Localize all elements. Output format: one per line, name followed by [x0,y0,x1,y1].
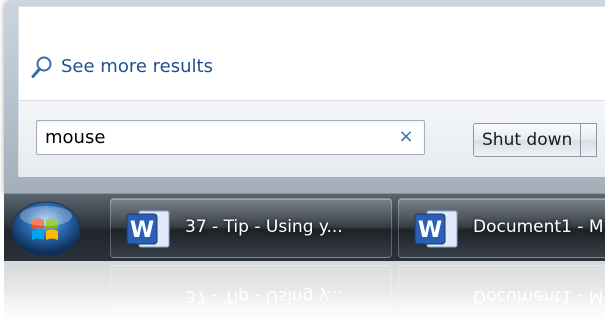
see-more-results-label[interactable]: See more results [61,55,213,79]
windows-logo-icon [11,201,81,257]
search-box[interactable]: × [36,120,425,155]
start-menu-pane: See more results × Shut down [18,6,605,177]
taskbar-item-label: 37 - Tip - Using y... [185,217,343,237]
start-button[interactable] [8,198,84,258]
clear-search-icon[interactable]: × [398,126,414,148]
word-icon: W [413,209,461,249]
taskbar-item-word-document-37[interactable]: W 37 - Tip - Using y... [110,198,392,258]
search-input[interactable] [37,121,387,154]
word-icon: W [125,209,173,249]
taskbar-item-label: Document1 - Microsoft Word [473,217,605,237]
taskbar-reflection: 37 - Tip - Using y... Document1 - Micros… [0,261,605,329]
search-strip: × Shut down [19,100,605,177]
shutdown-group: Shut down [473,123,598,157]
shutdown-options-button[interactable] [581,123,598,157]
see-more-results-link[interactable]: See more results [31,55,213,79]
reflection-fade [0,261,605,329]
shutdown-button[interactable]: Shut down [473,123,582,157]
start-menu: See more results × Shut down [4,0,605,193]
svg-text:W: W [130,218,154,243]
taskbar-item-document1[interactable]: W Document1 - Microsoft Word [398,198,605,258]
search-results-area: See more results [19,7,605,100]
search-icon [31,55,53,79]
taskbar: W 37 - Tip - Using y... W Document1 - Mi… [4,193,605,262]
screenshot: See more results × Shut down [0,0,605,329]
svg-text:W: W [418,218,442,243]
